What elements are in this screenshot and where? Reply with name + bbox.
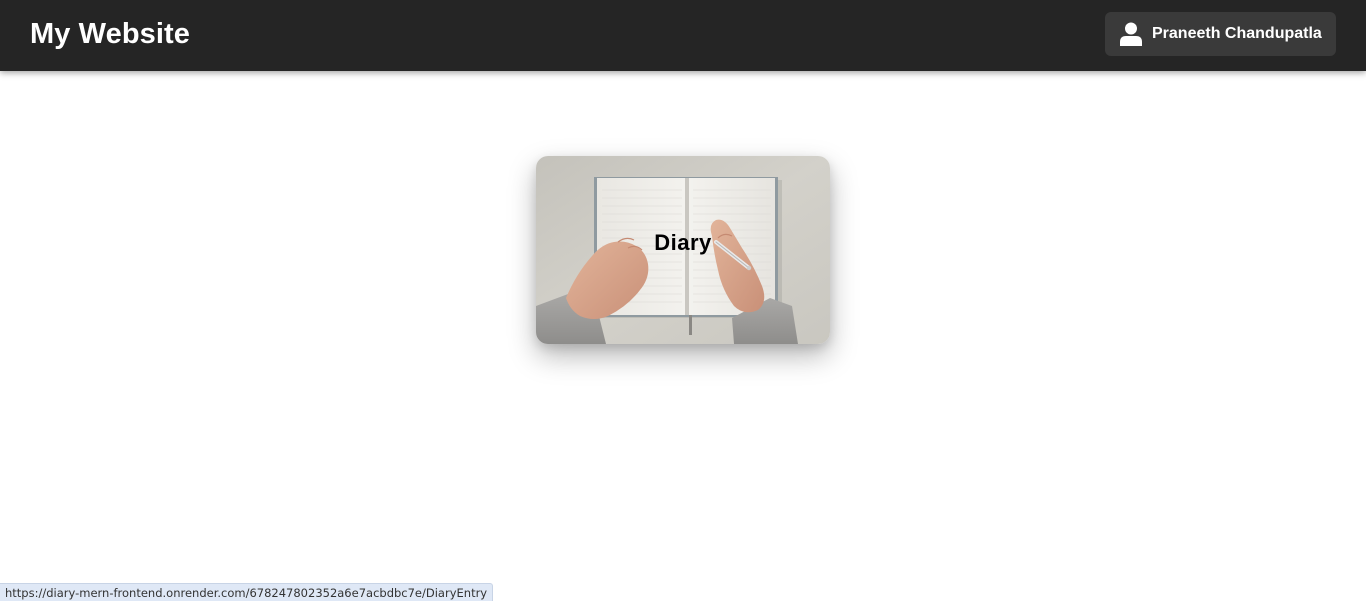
site-title[interactable]: My Website (30, 14, 190, 54)
diary-card[interactable]: Diary (536, 156, 830, 344)
user-profile-button[interactable]: Praneeth Chandupatla (1105, 12, 1336, 56)
diary-card-title: Diary (654, 230, 712, 255)
status-bar-url: https://diary-mern-frontend.onrender.com… (0, 583, 494, 601)
user-icon (1120, 22, 1142, 46)
user-name: Praneeth Chandupatla (1152, 25, 1322, 42)
navbar: My Website Praneeth Chandupatla (0, 0, 1366, 71)
